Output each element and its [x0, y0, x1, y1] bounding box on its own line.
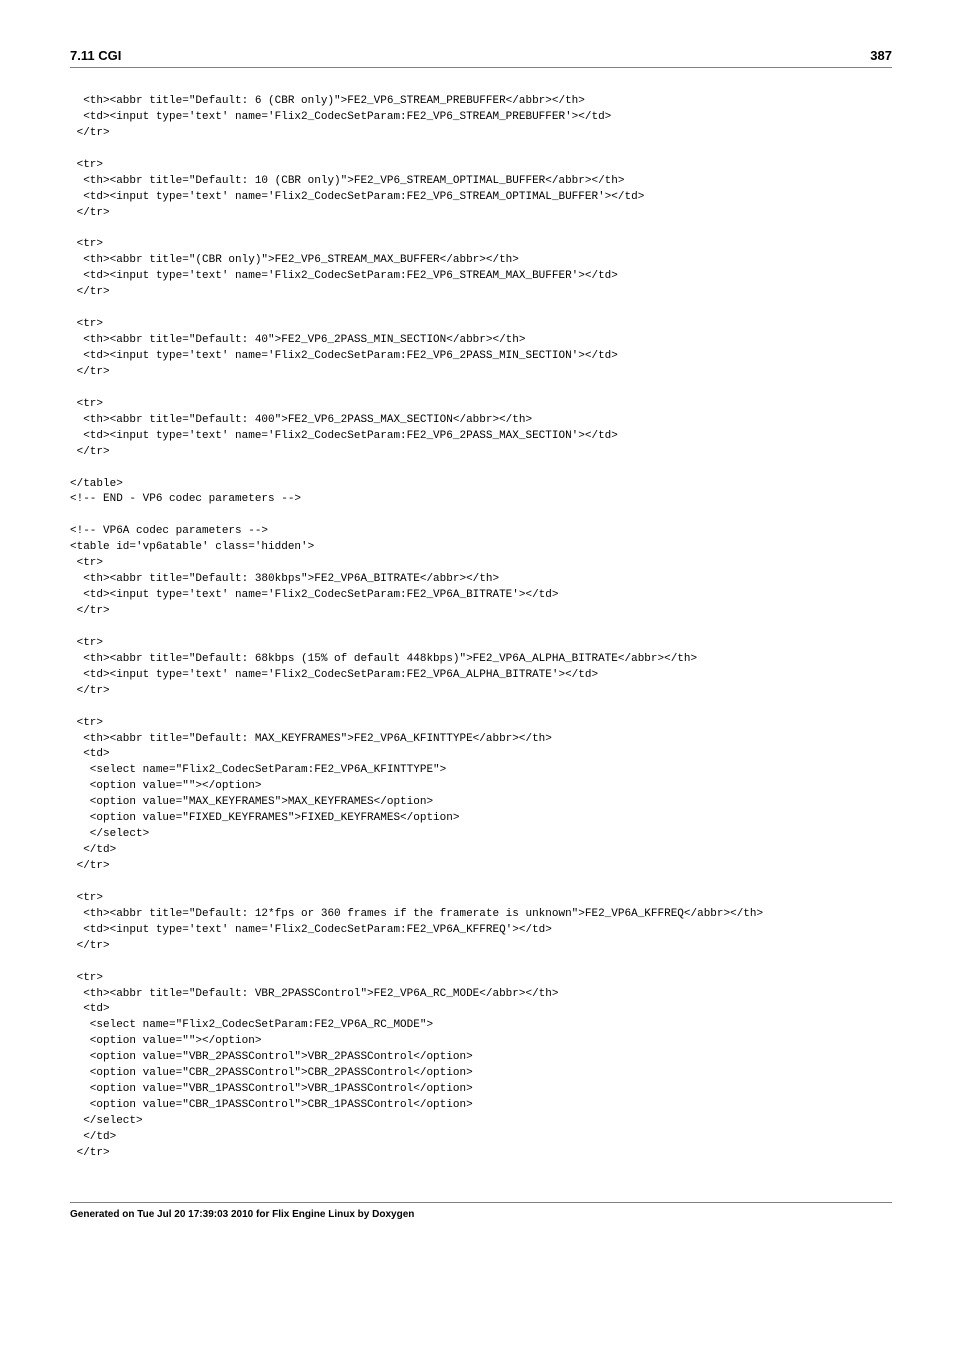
page-footer: Generated on Tue Jul 20 17:39:03 2010 fo…: [70, 1202, 892, 1220]
page: 7.11 CGI 387 <th><abbr title="Default: 6…: [0, 0, 954, 1260]
header-page-number: 387: [870, 48, 892, 63]
code-block: <th><abbr title="Default: 6 (CBR only)">…: [70, 94, 892, 1162]
header-section: 7.11 CGI: [70, 48, 121, 63]
page-header: 7.11 CGI 387: [70, 48, 892, 68]
